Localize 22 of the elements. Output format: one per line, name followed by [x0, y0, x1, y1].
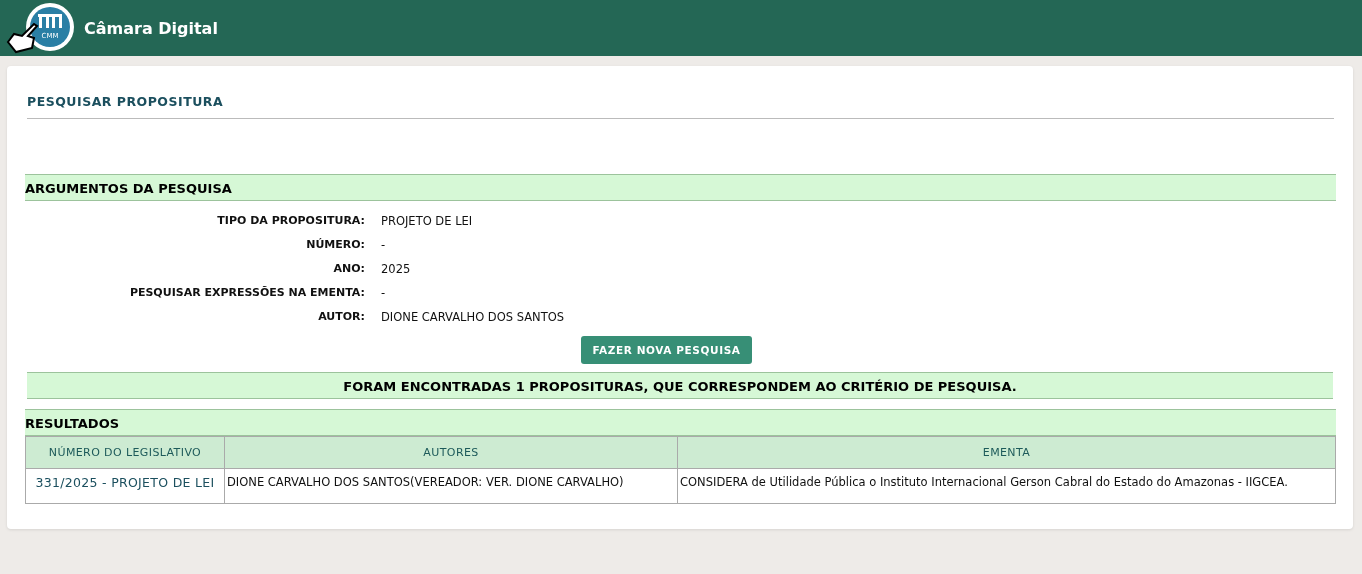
table-cell: CONSIDERA de Utilidade Pública o Instituto Internacional Gerson Cabral do Estado do Amazonas - IIGCEA.: [677, 468, 1336, 504]
field-label: TIPO DA PROPOSITURA:: [216, 214, 365, 228]
new-search-button[interactable]: FAZER NOVA PESQUISA: [581, 336, 752, 364]
field-value: -: [381, 238, 387, 252]
field-value: DIONE CARVALHO DOS SANTOS: [381, 310, 566, 324]
section-heading: ARGUMENTOS DA PESQUISA: [25, 181, 232, 196]
page-title: PESQUISAR PROPOSITURA: [27, 86, 1334, 119]
field-value: -: [381, 286, 387, 300]
field-label: PESQUISAR EXPRESSÕES NA EMENTA:: [128, 286, 365, 300]
column-header: EMENTA: [677, 436, 1336, 469]
results-message: FORAM ENCONTRADAS 1 PROPOSITURAS, QUE CORRESPONDEM AO CRITÉRIO DE PESQUISA.: [343, 379, 1017, 394]
column-header: AUTORES: [224, 436, 678, 469]
table-cell: DIONE CARVALHO DOS SANTOS(VEREADOR: VER. DIONE CARVALHO): [224, 468, 678, 504]
field-value: 2025: [381, 262, 412, 276]
field-label: NÚMERO:: [305, 238, 365, 252]
record-link[interactable]: 331/2025 - PROJETO DE LEI: [25, 468, 225, 504]
field-label: ANO:: [332, 262, 365, 276]
column-header: NÚMERO DO LEGISLATIVO: [25, 436, 225, 469]
app-title: Câmara Digital: [84, 18, 218, 38]
field-label: AUTOR:: [317, 310, 365, 324]
section-heading: RESULTADOS: [25, 416, 120, 431]
field-value: PROJETO DE LEI: [381, 214, 474, 228]
